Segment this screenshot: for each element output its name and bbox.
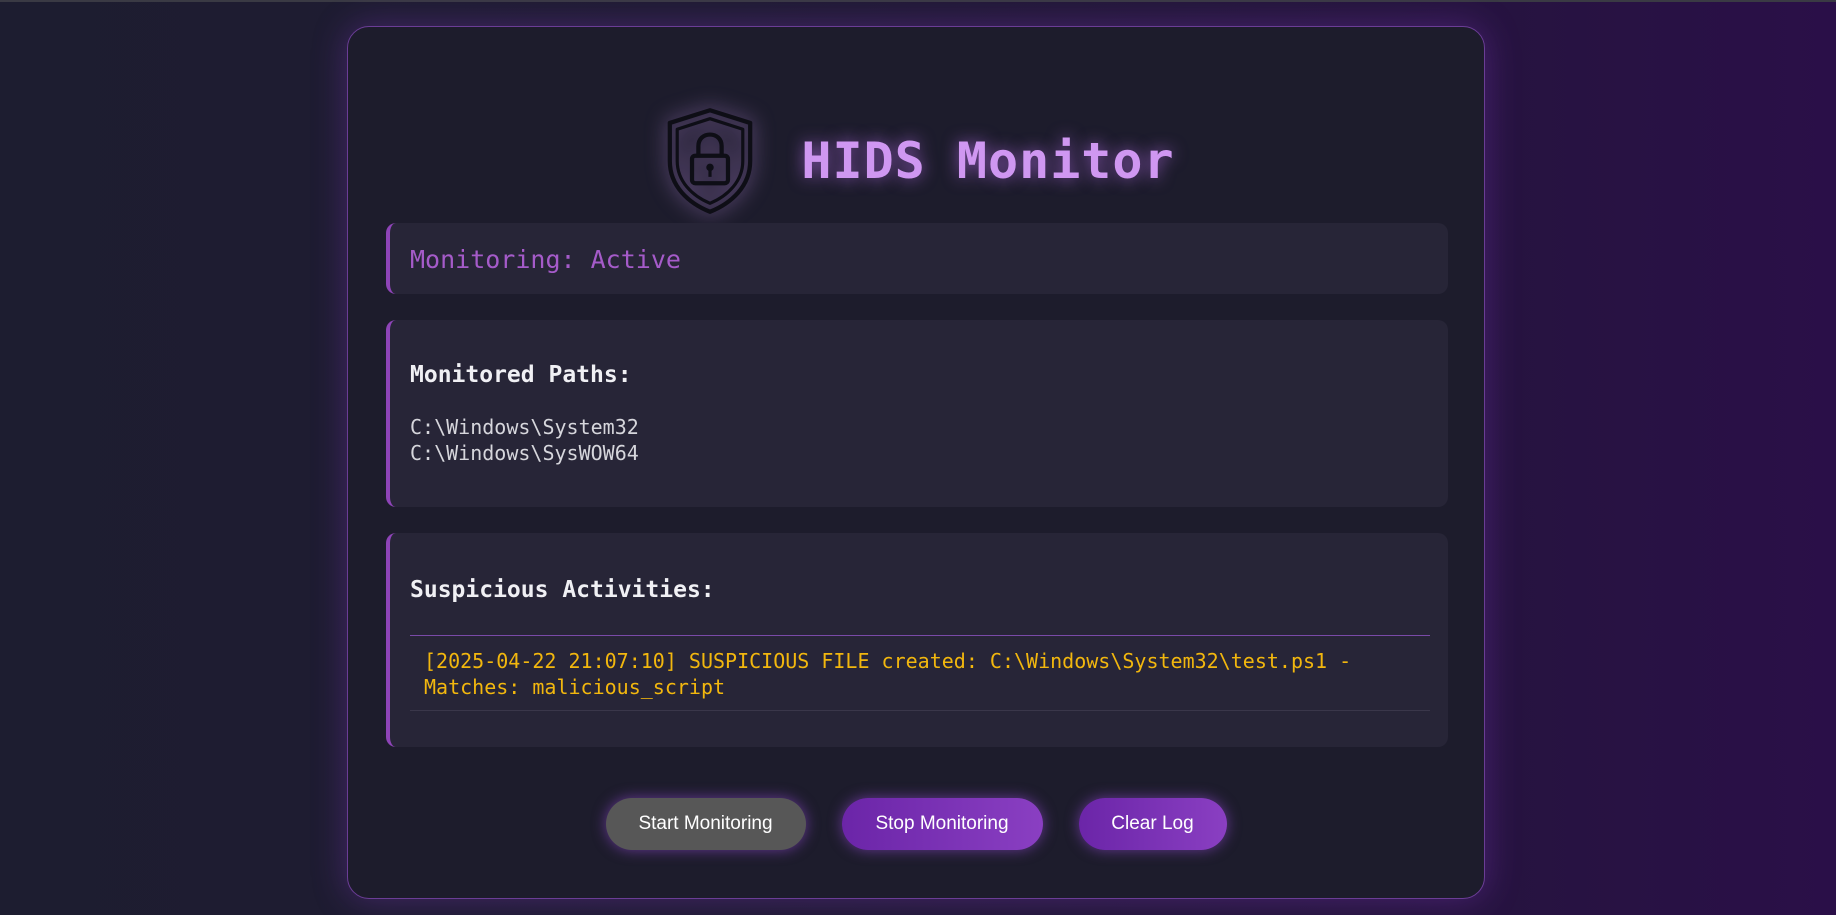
control-buttons: Start Monitoring Stop Monitoring Clear L… bbox=[348, 798, 1484, 850]
clear-log-button[interactable]: Clear Log bbox=[1078, 798, 1227, 850]
header: HIDS Monitor bbox=[348, 91, 1484, 231]
log-entry: [2025-04-22 21:07:10] SUSPICIOUS FILE cr… bbox=[410, 636, 1430, 711]
window-top-border bbox=[0, 0, 1836, 2]
monitoring-status: Monitoring: Active bbox=[410, 245, 681, 274]
status-panel: Monitoring: Active bbox=[386, 223, 1448, 294]
app-title: HIDS Monitor bbox=[801, 132, 1175, 190]
start-monitoring-button[interactable]: Start Monitoring bbox=[605, 798, 806, 850]
suspicious-activities-heading: Suspicious Activities: bbox=[410, 577, 715, 603]
monitored-paths-heading: Monitored Paths: bbox=[410, 362, 632, 388]
monitored-paths-panel: Monitored Paths: C:\Windows\System32 C:\… bbox=[386, 320, 1448, 507]
monitored-path-item: C:\Windows\System32 bbox=[410, 415, 639, 439]
monitor-card: HIDS Monitor Monitoring: Active Monitore… bbox=[347, 26, 1485, 899]
shield-lock-icon bbox=[668, 108, 753, 214]
activity-log: [2025-04-22 21:07:10] SUSPICIOUS FILE cr… bbox=[410, 635, 1430, 711]
monitored-path-item: C:\Windows\SysWOW64 bbox=[410, 441, 639, 465]
suspicious-activities-panel: Suspicious Activities: [2025-04-22 21:07… bbox=[386, 533, 1448, 747]
monitored-paths-list: C:\Windows\System32 C:\Windows\SysWOW64 bbox=[410, 414, 639, 466]
stop-monitoring-button[interactable]: Stop Monitoring bbox=[841, 798, 1043, 850]
